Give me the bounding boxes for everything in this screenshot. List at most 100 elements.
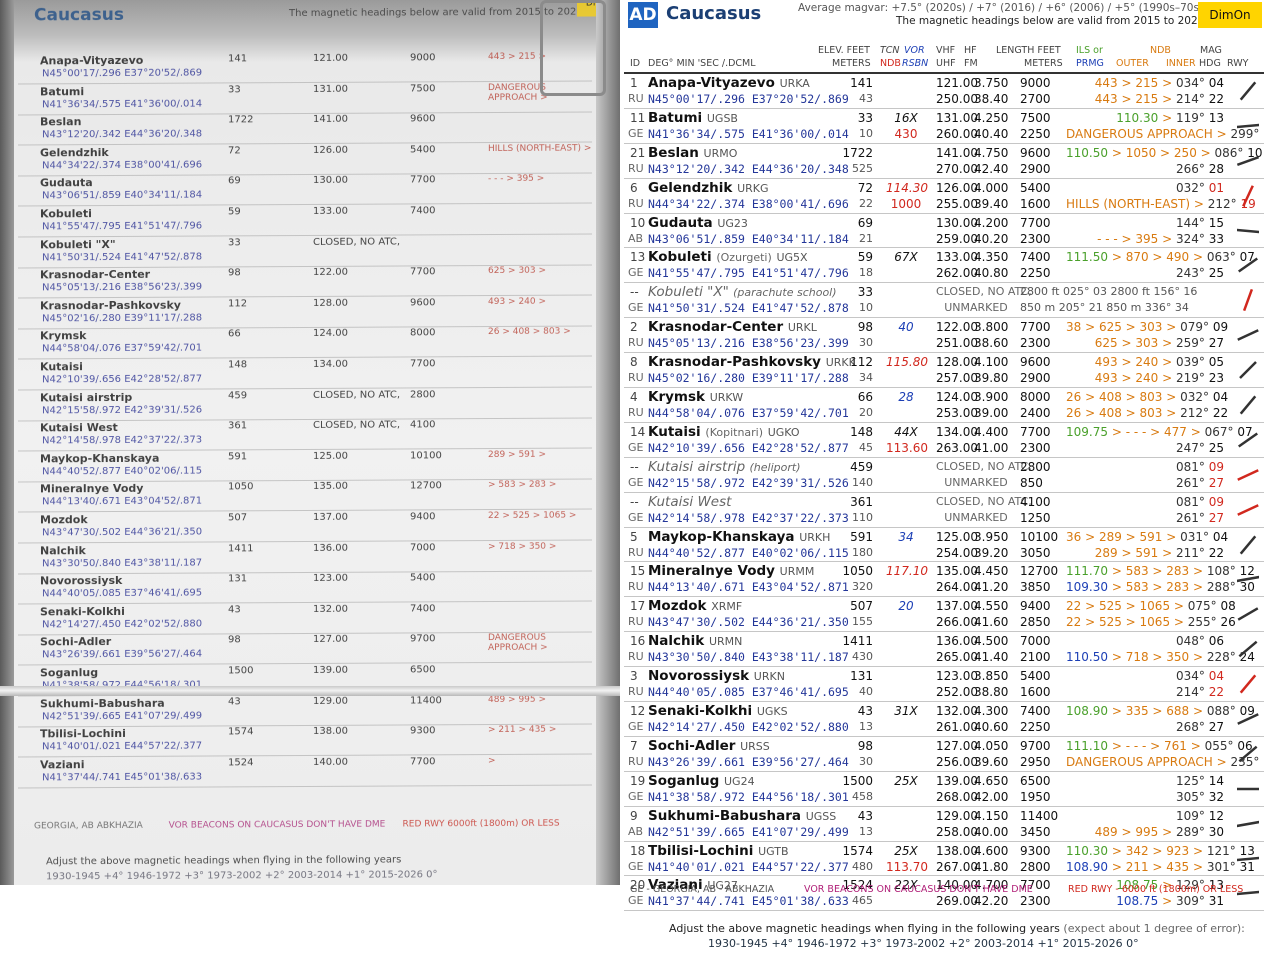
airfield-name: Maykop-Khanskaya URKH bbox=[648, 529, 830, 545]
dim-on-button[interactable]: DimOn bbox=[1198, 2, 1262, 28]
elevation-m: 458 bbox=[852, 789, 873, 803]
tcn-vor: 44X bbox=[894, 424, 918, 439]
approach-line-2: 489 > 995 > 289° 30 bbox=[1066, 825, 1224, 839]
elevation-m: 45 bbox=[859, 440, 873, 454]
photo-sheet: Caucasus The magnetic headings below are… bbox=[14, 0, 613, 885]
tcn-vor: 20 bbox=[898, 599, 914, 614]
uhf-freq: 252.00 bbox=[936, 685, 978, 700]
runway-2: 26 bbox=[1220, 615, 1236, 630]
table-row: 8 RU Krasnodar-Pashkovsky URKK N45°02'16/.2… bbox=[624, 353, 1264, 389]
photo-length: 2800 bbox=[410, 388, 436, 401]
elevation-m: 22 bbox=[859, 196, 873, 210]
col-length-m: METERS bbox=[1024, 58, 1063, 69]
photo-rows: Anapa-Vityazevo N45°00'17/.296 E37°20'52… bbox=[14, 0, 596, 789]
runway-diagram-icon bbox=[1237, 743, 1259, 765]
length-m: 3050 bbox=[1020, 545, 1051, 560]
ndb-rsbn: 113.60 bbox=[886, 440, 928, 455]
vhf-freq: 138.00 bbox=[936, 843, 978, 858]
approach-line-1: 109° 12 bbox=[1066, 809, 1224, 823]
ils-freq-2: 108.90 bbox=[1066, 859, 1108, 874]
icao-code: UGKO bbox=[767, 425, 800, 439]
airfield-name: Krymsk URKW bbox=[648, 389, 743, 405]
airfield-id: 13 bbox=[630, 250, 646, 265]
closed-status: CLOSED, NO ATC, bbox=[936, 285, 1032, 299]
col-outer: OUTER bbox=[1116, 58, 1149, 69]
runway-diagram-icon bbox=[1237, 638, 1259, 660]
elevation-m: 18 bbox=[859, 266, 873, 280]
photo-elevation: 141 bbox=[228, 53, 248, 65]
ils-freq-1: 111.70 bbox=[1066, 564, 1108, 579]
fm-freq: 39.80 bbox=[974, 371, 1009, 386]
runway-diagram-icon bbox=[1237, 254, 1259, 276]
mag-heading-2: 289° bbox=[1175, 824, 1205, 839]
icao-code: URKA bbox=[779, 77, 810, 90]
elevation-m: 110 bbox=[852, 510, 873, 524]
table-row: 15 RU Mineralnye Vody URMM N44°13'40/.671 E… bbox=[624, 562, 1264, 598]
photo-elevation: 459 bbox=[228, 389, 248, 401]
hf-freq: 3.750 bbox=[974, 76, 1009, 90]
approach-line-1: 032° 01 bbox=[1066, 181, 1224, 195]
mag-heading-1: 032° bbox=[1180, 390, 1210, 405]
icao-code: URKN bbox=[753, 670, 785, 684]
hf-freq: 4.100 bbox=[974, 355, 1009, 370]
elevation-ft: 459 bbox=[850, 459, 873, 474]
runway-1: 09 bbox=[1212, 320, 1229, 335]
mag-heading-2: 247° bbox=[1175, 440, 1205, 455]
runway-split-1: 2800 ft 025° 03 2800 ft 156° 16 bbox=[1020, 285, 1198, 299]
photo-elevation: 131 bbox=[228, 573, 248, 585]
airfield-name-text: Krymsk bbox=[648, 389, 705, 406]
table-row: 4 RU Krymsk URKW N44°58'04/.076 E37°59'42/.… bbox=[624, 388, 1264, 423]
col-ndb2: NDB bbox=[1150, 45, 1171, 56]
coordinates: N45°02'16/.280 E39°11'17/.288 bbox=[648, 371, 849, 386]
mag-heading-1: 048° bbox=[1175, 634, 1205, 649]
hf-freq: 4.200 bbox=[974, 215, 1009, 230]
photo-title: Caucasus bbox=[34, 4, 124, 26]
airfield-name-text: Anapa-Vityazevo bbox=[648, 75, 775, 91]
heading-line-2: 261° 27 bbox=[1066, 511, 1224, 525]
photo-vhf: 132.00 bbox=[313, 603, 348, 615]
ils-freq-1: 110.30 bbox=[1116, 110, 1159, 125]
photo-vhf: CLOSED, NO ATC, bbox=[313, 419, 401, 432]
photo-row: Senaki-Kolkhi N42°14'27/.450 E42°02'52/.… bbox=[18, 601, 592, 636]
fm-freq: 39.20 bbox=[974, 545, 1009, 560]
heading-line-1: 081° 09 bbox=[1066, 495, 1224, 509]
airfield-id: 10 bbox=[630, 215, 646, 230]
photo-coordinates: N43°12'20/.342 E44°36'20/.348 bbox=[42, 128, 203, 141]
ndb-rsbn: 430 bbox=[894, 126, 918, 141]
photo-row: Anapa-Vityazevo N45°00'17/.296 E37°20'52… bbox=[18, 50, 592, 85]
coordinates: N41°40'01/.021 E44°57'22/.377 bbox=[648, 859, 849, 874]
mag-heading-2: 214° bbox=[1175, 685, 1205, 700]
length-ft: 5400 bbox=[1020, 669, 1051, 684]
elevation-m: 525 bbox=[852, 161, 873, 175]
table-row: -- GE Kobuleti "X" (parachute school) N41°5… bbox=[624, 283, 1264, 319]
airfield-id: 8 bbox=[630, 355, 638, 370]
mag-heading-1: 079° bbox=[1180, 320, 1210, 335]
icao-code: UG23 bbox=[717, 216, 748, 230]
photo-length: 7700 bbox=[410, 756, 436, 768]
ils-freq-1: 110.30 bbox=[1066, 843, 1108, 858]
photo-ndb: > 583 > 283 > bbox=[488, 480, 557, 491]
ndb-chain-1: > 342 > 923 > bbox=[1111, 843, 1204, 858]
length-ft: 9400 bbox=[1020, 599, 1051, 614]
runway-1: 14 bbox=[1208, 773, 1224, 788]
runway-diagram-icon bbox=[1237, 534, 1259, 556]
photo-coordinates: N45°02'16/.280 E39°11'17/.288 bbox=[42, 312, 203, 325]
mag-heading-1: 121° bbox=[1206, 843, 1236, 858]
photo-airfield-name: Sukhumi-Babushara bbox=[40, 696, 165, 710]
airfield-name: Soganlug UG24 bbox=[648, 773, 755, 789]
airfield-subname: (heliport) bbox=[749, 460, 801, 474]
mag-heading-2: 211° bbox=[1175, 545, 1205, 560]
country-code: GE bbox=[628, 859, 644, 873]
mag-heading-1: 075° bbox=[1187, 599, 1217, 614]
length-m: 2400 bbox=[1020, 406, 1051, 421]
runway-diagram-icon bbox=[1237, 464, 1259, 486]
elevation-ft: 1500 bbox=[842, 773, 873, 788]
approach-line-2: 109.30 > 583 > 283 > 288° 30 bbox=[1066, 580, 1255, 594]
approach-line-2: 108.75 > 309° 31 bbox=[1066, 894, 1224, 908]
photo-vhf: 130.00 bbox=[313, 175, 348, 187]
col-vhf: VHF bbox=[936, 45, 956, 56]
ndb-chain-1: > 870 > 490 > bbox=[1111, 250, 1204, 265]
elevation-m: 10 bbox=[859, 301, 873, 315]
tcn-vor: 114.30 bbox=[886, 180, 928, 195]
fm-freq: 42.00 bbox=[974, 789, 1009, 804]
